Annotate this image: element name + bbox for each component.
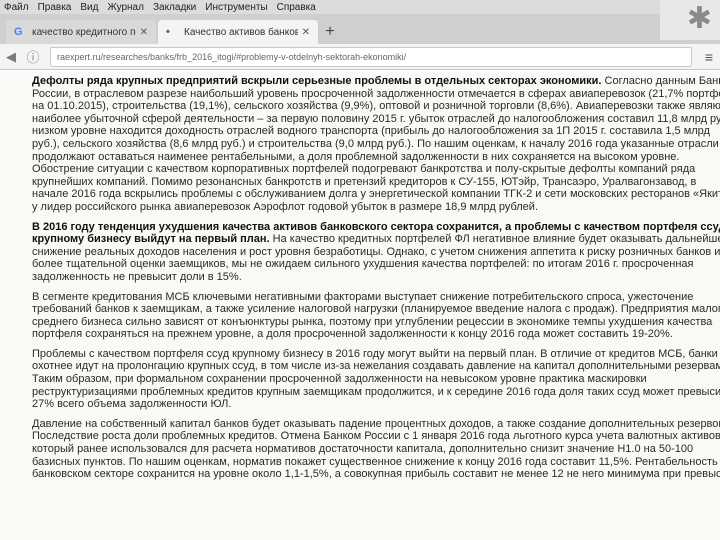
menu-view[interactable]: Вид	[80, 2, 98, 13]
paragraph-lead-tail: крупному бизнесу выйдут на первый план.	[32, 233, 273, 246]
tab-raexpert[interactable]: • Качество активов банков... ✕	[158, 20, 318, 44]
text-line: портфеля сохраняться на прежнем уровне, …	[32, 328, 673, 341]
menu-edit[interactable]: Правка	[38, 2, 72, 13]
text-line: требований банков к заемщикам, а также у…	[32, 303, 720, 316]
menu-icon[interactable]: ≡	[698, 46, 720, 68]
text-line: снижение реальных доходов населения и ро…	[32, 245, 720, 258]
text-line: охотнее идут на пролонгацию крупных ссуд…	[32, 360, 720, 373]
text-line: среднего бизнеса сильно зависят от конъю…	[32, 315, 713, 328]
text-line: у лидер российского рынка авиаперевозок …	[32, 200, 539, 213]
text-line: Давление на собственный капитал банков б…	[32, 417, 720, 430]
text-line: наиболее убыточной сферой деятельности –…	[32, 112, 720, 125]
text-line: задолженность не превысит доли в 15%.	[32, 270, 242, 283]
info-icon[interactable]: ⓘ	[22, 46, 44, 68]
text-line: Проблемы с качеством портфеля ссуд крупн…	[32, 347, 718, 360]
site-icon: •	[166, 26, 170, 38]
paragraph: Давление на собственный капитал банков б…	[32, 418, 720, 481]
tab-title: Качество активов банков...	[184, 26, 298, 38]
text-line: на 01.10.2015), строительства (19,1%), с…	[32, 100, 720, 113]
text-line: Согласно данным Банка	[604, 75, 720, 87]
menu-bookmarks[interactable]: Закладки	[153, 2, 196, 13]
text-line: В сегменте кредитования МСБ ключевыми не…	[32, 290, 694, 303]
address-input[interactable]: raexpert.ru/researches/banks/frb_2016_it…	[50, 46, 692, 67]
text-line: низком уровне находится доходность отрас…	[32, 125, 710, 138]
paragraph-lead: Дефолты ряда крупных предприятий вскрыли…	[32, 75, 602, 87]
text-line: банковском секторе сохранится на уровне …	[32, 468, 720, 481]
tab-bar: G качество кредитного пор... ✕ • Качеств…	[0, 14, 720, 44]
menu-help[interactable]: Справка	[277, 2, 316, 13]
text-line: крупному бизнесу выйдут на первый план. …	[32, 233, 720, 246]
tab-google-search[interactable]: G качество кредитного пор... ✕	[6, 20, 156, 44]
paragraph-lead: В 2016 году тенденция ухудшения качества…	[32, 220, 720, 233]
page-viewport: Дефолты ряда крупных предприятий вскрыли…	[0, 71, 720, 540]
logo-icon: ✱	[686, 2, 712, 35]
close-icon[interactable]: ✕	[302, 27, 310, 38]
menu-bar: Файл Правка Вид Журнал Закладки Инструме…	[0, 0, 720, 14]
menu-tools[interactable]: Инструменты	[205, 2, 267, 13]
back-icon[interactable]: ◀	[0, 46, 22, 68]
text-line: более тщательной оценки заемщиков, мы не…	[32, 258, 694, 271]
text-line: продолжают оставаться наименее рентабель…	[32, 150, 680, 163]
tab-title: качество кредитного пор...	[32, 26, 136, 38]
text-line: базисных пунктов. По нашим оценкам, норм…	[32, 455, 718, 468]
text-line: Обострение ситуации с качеством корпорат…	[32, 163, 696, 176]
google-icon: G	[14, 26, 23, 38]
browser-logo: ✱	[660, 0, 720, 40]
menu-file[interactable]: Файл	[4, 2, 29, 13]
text-line: Последствие роста доли проблемных кредит…	[32, 430, 720, 443]
close-icon[interactable]: ✕	[140, 27, 148, 38]
text-line: начале 2016 года вскрылись проблемы с об…	[32, 188, 720, 201]
menu-history[interactable]: Журнал	[107, 2, 144, 13]
paragraph: В 2016 году тенденция ухудшения качества…	[32, 221, 720, 284]
navigation-bar: ◀ ⓘ raexpert.ru/researches/banks/frb_201…	[0, 44, 720, 70]
text-line: который ранее использовался для расчета …	[32, 443, 694, 456]
text-line: реструктуризациями проблемных кредитов к…	[32, 385, 720, 398]
paragraph: Проблемы с качеством портфеля ссуд крупн…	[32, 348, 720, 411]
text-line: России, в отраслевом разрезе наибольший …	[32, 87, 720, 100]
text-line: крупнейших компаний. Помимо резонансных …	[32, 175, 697, 188]
paragraph: Дефолты ряда крупных предприятий вскрыли…	[32, 75, 720, 214]
paragraph: В сегменте кредитования МСБ ключевыми не…	[32, 291, 720, 341]
new-tab-button[interactable]: +	[320, 20, 340, 44]
text-line: 27% всего объема задолженности ЮЛ.	[32, 398, 232, 411]
text-line: руб.), сельского хозяйства (8,6 млрд руб…	[32, 137, 719, 150]
article-body: Дефолты ряда крупных предприятий вскрыли…	[32, 75, 720, 488]
text-line: Таким образом, при формальном сохранении…	[32, 373, 647, 386]
